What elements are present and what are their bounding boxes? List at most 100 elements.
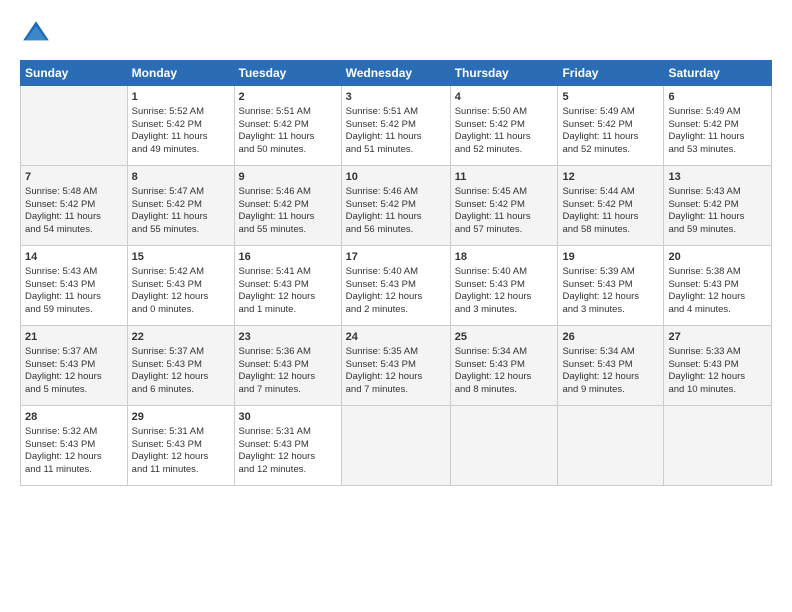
calendar-cell: 17Sunrise: 5:40 AM Sunset: 5:43 PM Dayli…: [341, 246, 450, 326]
day-header-monday: Monday: [127, 61, 234, 86]
calendar-cell: [341, 406, 450, 486]
day-header-thursday: Thursday: [450, 61, 558, 86]
calendar-cell: 19Sunrise: 5:39 AM Sunset: 5:43 PM Dayli…: [558, 246, 664, 326]
day-number: 20: [668, 250, 767, 265]
day-number: 1: [132, 90, 230, 105]
day-number: 18: [455, 250, 554, 265]
day-info: Sunrise: 5:49 AM Sunset: 5:42 PM Dayligh…: [668, 106, 767, 157]
day-info: Sunrise: 5:34 AM Sunset: 5:43 PM Dayligh…: [455, 346, 554, 397]
calendar-cell: 30Sunrise: 5:31 AM Sunset: 5:43 PM Dayli…: [234, 406, 341, 486]
calendar-cell: 4Sunrise: 5:50 AM Sunset: 5:42 PM Daylig…: [450, 86, 558, 166]
day-info: Sunrise: 5:52 AM Sunset: 5:42 PM Dayligh…: [132, 106, 230, 157]
day-number: 23: [239, 330, 337, 345]
day-header-wednesday: Wednesday: [341, 61, 450, 86]
day-info: Sunrise: 5:42 AM Sunset: 5:43 PM Dayligh…: [132, 266, 230, 317]
week-row-2: 7Sunrise: 5:48 AM Sunset: 5:42 PM Daylig…: [21, 166, 772, 246]
day-number: 13: [668, 170, 767, 185]
calendar-cell: 27Sunrise: 5:33 AM Sunset: 5:43 PM Dayli…: [664, 326, 772, 406]
day-number: 9: [239, 170, 337, 185]
day-info: Sunrise: 5:49 AM Sunset: 5:42 PM Dayligh…: [562, 106, 659, 157]
day-number: 17: [346, 250, 446, 265]
day-info: Sunrise: 5:37 AM Sunset: 5:43 PM Dayligh…: [132, 346, 230, 397]
day-info: Sunrise: 5:45 AM Sunset: 5:42 PM Dayligh…: [455, 186, 554, 237]
day-number: 3: [346, 90, 446, 105]
day-info: Sunrise: 5:46 AM Sunset: 5:42 PM Dayligh…: [239, 186, 337, 237]
day-header-saturday: Saturday: [664, 61, 772, 86]
day-info: Sunrise: 5:48 AM Sunset: 5:42 PM Dayligh…: [25, 186, 123, 237]
header: [20, 18, 772, 50]
day-info: Sunrise: 5:40 AM Sunset: 5:43 PM Dayligh…: [455, 266, 554, 317]
header-row: SundayMondayTuesdayWednesdayThursdayFrid…: [21, 61, 772, 86]
day-info: Sunrise: 5:47 AM Sunset: 5:42 PM Dayligh…: [132, 186, 230, 237]
day-info: Sunrise: 5:51 AM Sunset: 5:42 PM Dayligh…: [239, 106, 337, 157]
calendar-cell: 13Sunrise: 5:43 AM Sunset: 5:42 PM Dayli…: [664, 166, 772, 246]
calendar-cell: 1Sunrise: 5:52 AM Sunset: 5:42 PM Daylig…: [127, 86, 234, 166]
day-info: Sunrise: 5:39 AM Sunset: 5:43 PM Dayligh…: [562, 266, 659, 317]
calendar-cell: 8Sunrise: 5:47 AM Sunset: 5:42 PM Daylig…: [127, 166, 234, 246]
day-number: 10: [346, 170, 446, 185]
day-info: Sunrise: 5:34 AM Sunset: 5:43 PM Dayligh…: [562, 346, 659, 397]
calendar-cell: 9Sunrise: 5:46 AM Sunset: 5:42 PM Daylig…: [234, 166, 341, 246]
week-row-1: 1Sunrise: 5:52 AM Sunset: 5:42 PM Daylig…: [21, 86, 772, 166]
calendar-cell: 12Sunrise: 5:44 AM Sunset: 5:42 PM Dayli…: [558, 166, 664, 246]
day-number: 22: [132, 330, 230, 345]
day-info: Sunrise: 5:40 AM Sunset: 5:43 PM Dayligh…: [346, 266, 446, 317]
day-header-sunday: Sunday: [21, 61, 128, 86]
day-number: 19: [562, 250, 659, 265]
day-info: Sunrise: 5:36 AM Sunset: 5:43 PM Dayligh…: [239, 346, 337, 397]
day-info: Sunrise: 5:44 AM Sunset: 5:42 PM Dayligh…: [562, 186, 659, 237]
day-info: Sunrise: 5:41 AM Sunset: 5:43 PM Dayligh…: [239, 266, 337, 317]
day-info: Sunrise: 5:43 AM Sunset: 5:42 PM Dayligh…: [668, 186, 767, 237]
calendar-cell: 25Sunrise: 5:34 AM Sunset: 5:43 PM Dayli…: [450, 326, 558, 406]
calendar-cell: 5Sunrise: 5:49 AM Sunset: 5:42 PM Daylig…: [558, 86, 664, 166]
day-info: Sunrise: 5:50 AM Sunset: 5:42 PM Dayligh…: [455, 106, 554, 157]
calendar-cell: 14Sunrise: 5:43 AM Sunset: 5:43 PM Dayli…: [21, 246, 128, 326]
day-header-friday: Friday: [558, 61, 664, 86]
calendar-cell: [558, 406, 664, 486]
day-number: 30: [239, 410, 337, 425]
day-number: 29: [132, 410, 230, 425]
day-header-tuesday: Tuesday: [234, 61, 341, 86]
calendar-cell: 26Sunrise: 5:34 AM Sunset: 5:43 PM Dayli…: [558, 326, 664, 406]
day-number: 7: [25, 170, 123, 185]
day-info: Sunrise: 5:32 AM Sunset: 5:43 PM Dayligh…: [25, 426, 123, 477]
calendar-cell: 10Sunrise: 5:46 AM Sunset: 5:42 PM Dayli…: [341, 166, 450, 246]
calendar-cell: [450, 406, 558, 486]
day-info: Sunrise: 5:31 AM Sunset: 5:43 PM Dayligh…: [132, 426, 230, 477]
week-row-5: 28Sunrise: 5:32 AM Sunset: 5:43 PM Dayli…: [21, 406, 772, 486]
calendar-cell: 29Sunrise: 5:31 AM Sunset: 5:43 PM Dayli…: [127, 406, 234, 486]
calendar-cell: 3Sunrise: 5:51 AM Sunset: 5:42 PM Daylig…: [341, 86, 450, 166]
calendar-cell: 11Sunrise: 5:45 AM Sunset: 5:42 PM Dayli…: [450, 166, 558, 246]
day-number: 16: [239, 250, 337, 265]
day-number: 27: [668, 330, 767, 345]
day-number: 12: [562, 170, 659, 185]
day-number: 11: [455, 170, 554, 185]
calendar-cell: [664, 406, 772, 486]
day-number: 25: [455, 330, 554, 345]
day-number: 21: [25, 330, 123, 345]
calendar-cell: 24Sunrise: 5:35 AM Sunset: 5:43 PM Dayli…: [341, 326, 450, 406]
page: SundayMondayTuesdayWednesdayThursdayFrid…: [0, 0, 792, 612]
day-info: Sunrise: 5:38 AM Sunset: 5:43 PM Dayligh…: [668, 266, 767, 317]
day-number: 4: [455, 90, 554, 105]
day-number: 15: [132, 250, 230, 265]
week-row-3: 14Sunrise: 5:43 AM Sunset: 5:43 PM Dayli…: [21, 246, 772, 326]
day-info: Sunrise: 5:51 AM Sunset: 5:42 PM Dayligh…: [346, 106, 446, 157]
day-number: 14: [25, 250, 123, 265]
calendar-cell: [21, 86, 128, 166]
day-number: 24: [346, 330, 446, 345]
calendar-cell: 20Sunrise: 5:38 AM Sunset: 5:43 PM Dayli…: [664, 246, 772, 326]
calendar-cell: 22Sunrise: 5:37 AM Sunset: 5:43 PM Dayli…: [127, 326, 234, 406]
day-number: 2: [239, 90, 337, 105]
calendar-cell: 28Sunrise: 5:32 AM Sunset: 5:43 PM Dayli…: [21, 406, 128, 486]
calendar-cell: 6Sunrise: 5:49 AM Sunset: 5:42 PM Daylig…: [664, 86, 772, 166]
calendar-table: SundayMondayTuesdayWednesdayThursdayFrid…: [20, 60, 772, 486]
calendar-cell: 18Sunrise: 5:40 AM Sunset: 5:43 PM Dayli…: [450, 246, 558, 326]
day-number: 26: [562, 330, 659, 345]
logo-icon: [20, 18, 52, 50]
week-row-4: 21 Sunrise: 5:37 AM Sunset: 5:43 PM Dayli…: [21, 326, 772, 406]
day-number: 28: [25, 410, 123, 425]
day-info: Sunrise: 5:31 AM Sunset: 5:43 PM Dayligh…: [239, 426, 337, 477]
day-number: 6: [668, 90, 767, 105]
day-info: Sunrise: 5:33 AM Sunset: 5:43 PM Dayligh…: [668, 346, 767, 397]
